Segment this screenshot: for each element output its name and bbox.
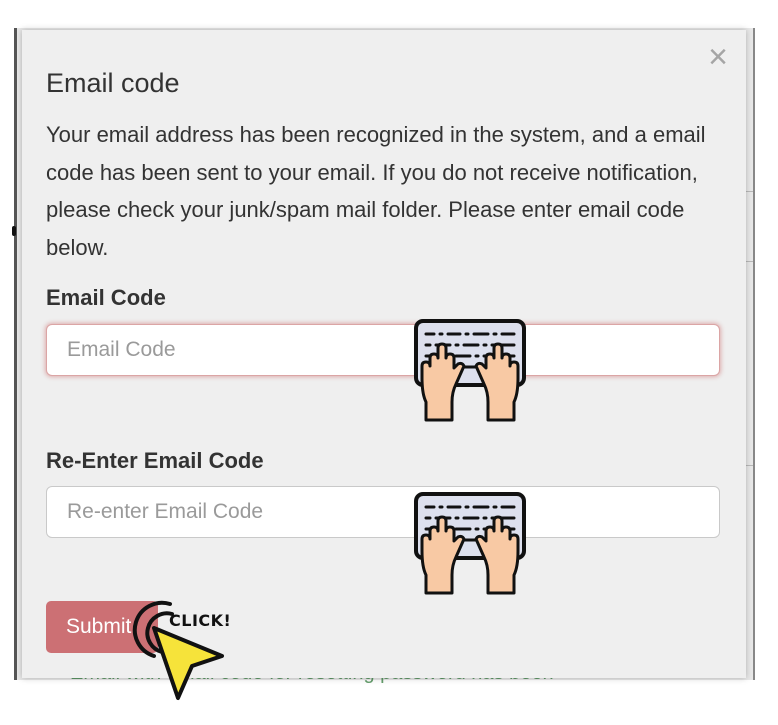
page: Email with email code for resetting pass…: [0, 0, 778, 725]
click-label: CLICK!: [169, 611, 232, 630]
background-mark: [12, 226, 16, 236]
close-button[interactable]: ×: [708, 40, 728, 74]
modal-message: Your email address has been recognized i…: [46, 122, 706, 260]
email-code-label: Email Code: [46, 285, 166, 310]
reenter-email-code-label: Re-Enter Email Code: [46, 448, 264, 473]
email-code-input[interactable]: [46, 324, 720, 376]
email-code-modal: × Email code Your email address has been…: [22, 30, 746, 678]
submit-button[interactable]: Submit: [46, 601, 158, 653]
modal-title: Email code: [46, 68, 180, 98]
reenter-email-code-input[interactable]: [46, 486, 720, 538]
